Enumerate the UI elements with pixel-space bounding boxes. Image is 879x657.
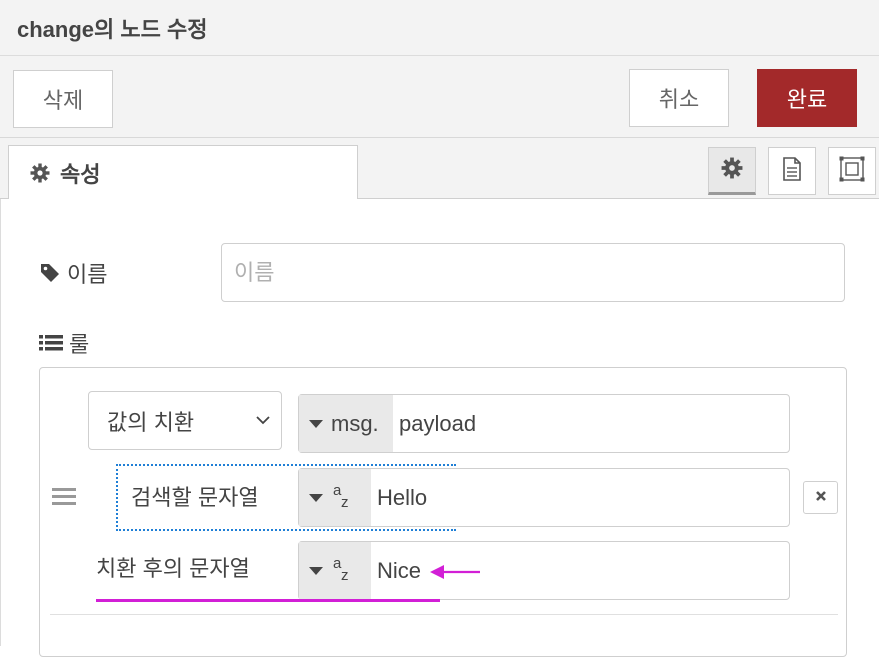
replace-string-label: 치환 후의 문자열: [96, 556, 250, 581]
dialog-toolbar: 삭제 취소 완료: [0, 56, 879, 138]
rule-action-select[interactable]: 값의 치환: [88, 391, 282, 450]
property-value: payload: [399, 410, 477, 436]
rule-property-input[interactable]: msg. payload: [298, 394, 790, 453]
gear-icon: [721, 157, 743, 184]
tab-properties[interactable]: 속성: [8, 145, 358, 200]
replace-string-input[interactable]: az Nice: [298, 541, 790, 600]
rule-action-value: 값의 치환: [107, 409, 195, 435]
property-type-button[interactable]: msg.: [299, 395, 393, 452]
delete-button[interactable]: 삭제: [13, 70, 113, 128]
search-value: Hello: [377, 484, 428, 510]
replace-type-button[interactable]: az: [299, 542, 371, 599]
name-label: 이름: [67, 262, 108, 287]
string-type-icon: az: [333, 481, 349, 511]
caret-down-icon: [309, 566, 323, 576]
annotation-underline: [96, 599, 440, 602]
close-icon: [815, 489, 827, 507]
cancel-button[interactable]: 취소: [629, 69, 729, 127]
caret-down-icon: [309, 419, 323, 429]
search-type-button[interactable]: az: [299, 469, 371, 526]
replace-value: Nice: [377, 557, 422, 583]
search-string-input[interactable]: az Hello: [298, 468, 790, 527]
chevron-down-icon: [255, 412, 271, 428]
dialog-titlebar: change의 노드 수정: [0, 0, 879, 56]
string-type-icon: az: [333, 554, 349, 584]
rules-label: 룰: [69, 332, 90, 357]
properties-panel: 이름 룰: [0, 199, 879, 657]
list-icon: [39, 333, 63, 353]
rules-list: 값의 치환 msg. payload 검색할 문자열 az Hello 치환 후…: [39, 367, 847, 657]
tag-icon: [39, 262, 61, 284]
name-input[interactable]: [221, 243, 845, 302]
annotation-arrow-icon: [430, 564, 482, 580]
document-icon: [782, 156, 802, 186]
tab-properties-label: 속성: [60, 162, 101, 187]
name-label-row: 이름: [39, 257, 107, 289]
tab-description-icon-button[interactable]: [768, 147, 816, 195]
rules-label-row: 룰: [39, 327, 89, 359]
tab-appearance-icon-button[interactable]: [828, 147, 876, 195]
tab-bar: 속성: [0, 138, 879, 200]
delete-rule-button[interactable]: [803, 481, 838, 514]
caret-down-icon: [309, 493, 323, 503]
property-type-label: msg.: [331, 410, 379, 436]
frame-icon: [839, 156, 865, 187]
dialog-title: change의 노드 수정: [17, 17, 208, 42]
drag-handle-icon[interactable]: [52, 486, 76, 506]
gear-icon: [30, 163, 50, 183]
tab-settings-icon-button[interactable]: [708, 147, 756, 195]
done-button[interactable]: 완료: [757, 69, 857, 127]
rule-separator: [50, 614, 838, 615]
